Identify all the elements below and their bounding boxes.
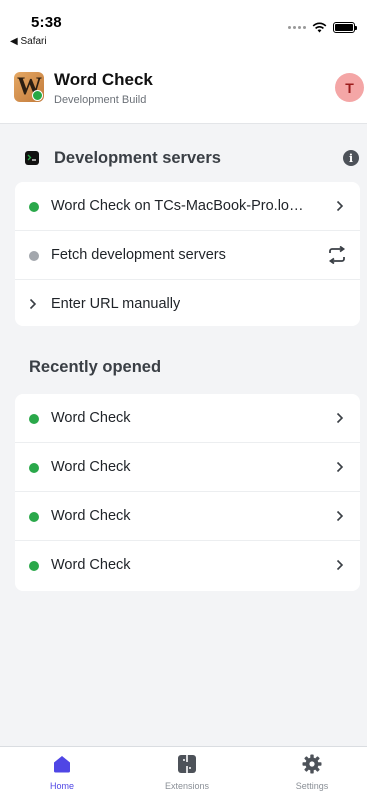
status-bar: 5:38 ◀ Safari bbox=[0, 0, 367, 52]
recent-project-row[interactable]: Word Check bbox=[15, 443, 360, 492]
project-name: Word Check bbox=[51, 508, 131, 524]
home-icon bbox=[54, 756, 70, 773]
chevron-right-icon bbox=[336, 412, 344, 424]
project-status-indicator bbox=[29, 414, 39, 424]
project-name: Word Check bbox=[51, 410, 131, 426]
back-to-safari-link[interactable]: ◀ Safari bbox=[10, 36, 47, 47]
app-title: Word Check bbox=[54, 70, 153, 89]
project-status-indicator bbox=[29, 561, 39, 571]
tab-settings[interactable]: Settings bbox=[262, 747, 362, 792]
tab-extensions[interactable]: Extensions bbox=[137, 747, 237, 792]
dev-servers-card: Word Check on TCs-MacBook-Pro.lo… Fetch … bbox=[15, 182, 360, 326]
project-name: Word Check bbox=[51, 557, 131, 573]
server-online-indicator bbox=[29, 202, 39, 212]
check-badge-icon bbox=[32, 90, 43, 101]
bottom-tab-bar: Home Extensions Settings bbox=[0, 746, 367, 792]
dev-server-label: Word Check on TCs-MacBook-Pro.lo… bbox=[51, 198, 304, 214]
terminal-icon bbox=[25, 151, 39, 165]
app-header: W Word Check Development Build T bbox=[0, 52, 367, 124]
project-status-indicator bbox=[29, 463, 39, 473]
build-type-label: Development Build bbox=[54, 94, 147, 106]
chevron-right-icon bbox=[29, 298, 37, 310]
tab-home-label: Home bbox=[49, 781, 74, 791]
info-icon[interactable]: i bbox=[343, 150, 359, 166]
chevron-right-icon bbox=[336, 559, 344, 571]
refresh-icon[interactable] bbox=[327, 246, 347, 264]
project-name: Word Check bbox=[51, 459, 131, 475]
project-status-indicator bbox=[29, 512, 39, 522]
fetch-servers-row[interactable]: Fetch development servers bbox=[15, 231, 360, 280]
app-logo: W bbox=[14, 72, 44, 102]
fetch-status-indicator bbox=[29, 251, 39, 261]
chevron-right-icon bbox=[336, 510, 344, 522]
user-avatar[interactable]: T bbox=[335, 73, 364, 102]
recently-opened-title: Recently opened bbox=[29, 358, 162, 376]
wifi-icon bbox=[312, 22, 327, 33]
cellular-signal-icon bbox=[288, 26, 306, 29]
recent-project-row[interactable]: Word Check bbox=[15, 492, 360, 541]
system-icons bbox=[288, 22, 357, 33]
enter-url-label: Enter URL manually bbox=[51, 296, 181, 312]
enter-url-row[interactable]: Enter URL manually bbox=[15, 280, 360, 326]
tab-extensions-label: Extensions bbox=[164, 781, 210, 791]
battery-icon bbox=[333, 22, 357, 33]
gear-icon bbox=[302, 754, 322, 774]
recent-project-row[interactable]: Word Check bbox=[15, 541, 360, 590]
clock: 5:38 bbox=[31, 14, 62, 31]
recent-project-row[interactable]: Word Check bbox=[15, 394, 360, 443]
dev-server-row[interactable]: Word Check on TCs-MacBook-Pro.lo… bbox=[15, 182, 360, 231]
recent-projects-card: Word Check Word Check Word Check Word Ch… bbox=[15, 394, 360, 591]
chevron-right-icon bbox=[336, 461, 344, 473]
chevron-right-icon bbox=[336, 200, 344, 212]
tab-home[interactable]: Home bbox=[12, 747, 112, 792]
dev-servers-header: Development servers i bbox=[0, 144, 367, 174]
extensions-icon bbox=[178, 755, 196, 773]
dev-servers-title: Development servers bbox=[54, 149, 221, 167]
fetch-servers-label: Fetch development servers bbox=[51, 247, 226, 263]
tab-settings-label: Settings bbox=[295, 781, 329, 791]
